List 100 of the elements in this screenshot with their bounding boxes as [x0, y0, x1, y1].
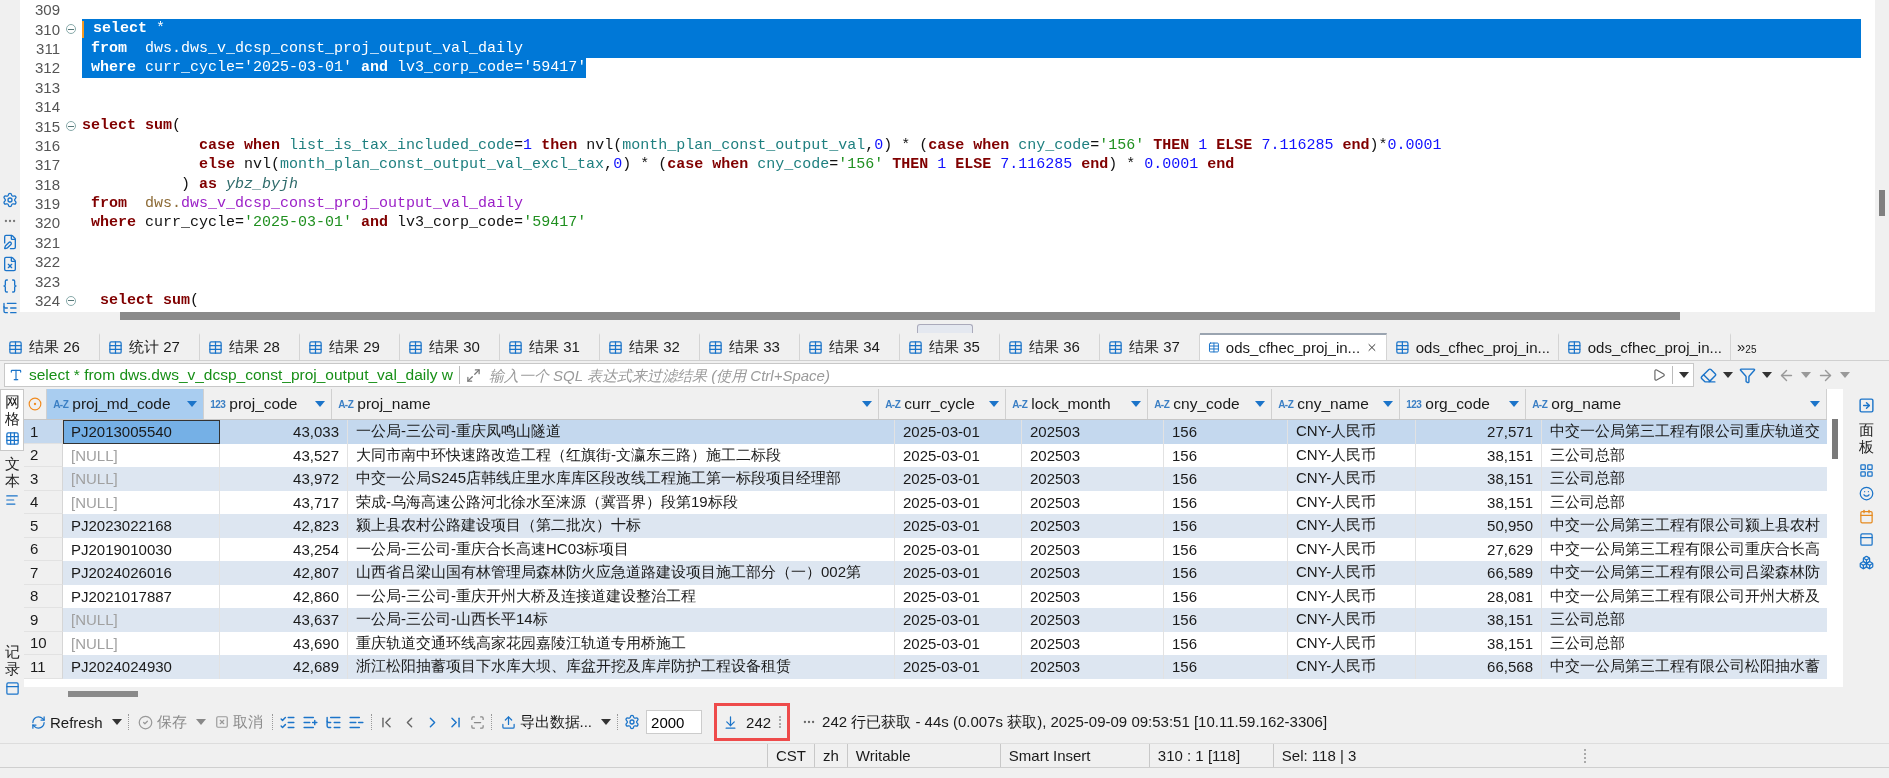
eraser-icon	[1700, 366, 1717, 384]
code-line: ) as ybz_byjh	[180, 174, 300, 194]
scrollbar-track[interactable]	[20, 312, 1889, 320]
fetch-status: 242 行已获取 - 44s (0.007s 获取), 2025-09-09 09:53:51 [10.11.59.162-3306]	[822, 712, 1328, 732]
sort-caret-icon	[989, 401, 1000, 407]
target-icon	[28, 397, 43, 411]
table-icon	[108, 340, 123, 355]
sort-caret-icon	[1255, 401, 1266, 407]
expand-icon	[465, 367, 481, 383]
more-tabs-button[interactable]: »25	[1731, 333, 1757, 360]
table-icon	[608, 340, 623, 355]
sql-editor[interactable]	[20, 0, 1889, 320]
view-tab[interactable]: 网格	[0, 389, 24, 451]
sort-caret-icon	[1509, 401, 1520, 407]
caret-icon	[1840, 372, 1850, 378]
face-icon	[1858, 486, 1874, 501]
line-number: 321	[33, 232, 60, 252]
refresh-button[interactable]: Refresh	[28, 711, 106, 733]
sql-icon	[9, 368, 23, 382]
view-tab[interactable]: 文本	[0, 451, 24, 512]
text-lines-icon	[5, 493, 19, 507]
record-icon	[4, 681, 20, 696]
row-number: 7	[24, 561, 63, 585]
scrollbar-thumb[interactable]	[120, 312, 1680, 320]
status-item: CST	[767, 744, 814, 767]
row-count: 242	[746, 713, 772, 731]
row-number: 9	[24, 608, 63, 632]
table-cell: 27,571	[1416, 420, 1542, 444]
table-cell: PJ2023022168	[63, 514, 220, 538]
table-cell: 66,589	[1416, 561, 1542, 585]
table-row[interactable]: 1 PJ2013005540 43,033 一公局-三公司-重庆凤鸣山隧道 2025-03-01 202503 156 CNY-人民币 27,571 中交一公局第三工程有限公司重庆轨道交	[24, 420, 1828, 444]
query-text: select * from dws.dws_v_dcsp_const_proj_output_val_daily w	[29, 366, 453, 384]
code-line: where curr_cycle='2025-03-01' and lv3_corp_code='59417'	[82, 58, 1861, 78]
table-icon	[208, 340, 223, 355]
code-line: where curr_cycle='2025-03-01' and lv3_corp_code='59417'	[90, 213, 588, 233]
filter-icon	[1739, 366, 1756, 384]
file-edit-icon	[2, 234, 18, 250]
result-tab[interactable]: ods_cfhec_proj_in...	[1200, 333, 1387, 360]
table-icon	[1008, 340, 1023, 355]
record-toggle[interactable]: 记录	[0, 639, 24, 701]
caret-icon	[195, 719, 206, 725]
table-cell: 202503	[1022, 467, 1164, 491]
filter-input[interactable]: 输入一个 SQL 表达式来过滤结果 (使用 Ctrl+Space)	[486, 365, 1646, 385]
outline-icon	[2, 300, 18, 316]
row-number: 6	[24, 537, 63, 561]
status-item: zh	[814, 744, 847, 767]
table-row[interactable]: 5 PJ2023022168 42,823 颍上县农村公路建设项目（第二批次）十标 2025-03-01 202503 156 CNY-人民币 50,950 中交一公局第三工程有限公司颍上县农村	[24, 514, 1828, 538]
table-cell: 42,689	[220, 655, 348, 679]
column-header[interactable]: A-Z proj_md_code	[47, 389, 205, 419]
code-line: from dws.dws_v_dcsp_const_proj_output_val_daily	[90, 193, 525, 214]
table-cell: 43,972	[220, 467, 348, 491]
grid-icon	[4, 431, 20, 446]
type-label: 123	[210, 398, 226, 410]
table-icon	[408, 340, 423, 355]
scrollbar-thumb[interactable]	[68, 691, 138, 697]
scrollbar-thumb[interactable]	[1879, 190, 1885, 216]
grid-icon	[1858, 463, 1874, 478]
sort-caret-icon	[862, 401, 873, 407]
scrollbar-thumb[interactable]	[1832, 419, 1839, 459]
code-line: else nvl(month_plan_const_output_val_excl_tax,0) * (case when cny_code='156' THEN 1 ELSE 7.116285 end) * 0.0001 end	[198, 155, 1236, 175]
file-error-icon	[2, 256, 18, 272]
table-cell: 38,151	[1416, 608, 1542, 632]
row-number: 11	[24, 655, 63, 679]
row-number: 3	[24, 467, 63, 491]
line-number: 324	[33, 291, 60, 311]
type-label: A-Z	[53, 398, 69, 410]
table-cell: 2025-03-01	[895, 514, 1022, 538]
sort-caret-icon	[187, 401, 198, 407]
table-icon	[1208, 340, 1220, 355]
table-cell: CNY-人民币	[1288, 561, 1416, 585]
window-icon	[1858, 532, 1874, 547]
fetch-size-field[interactable]: 2000	[646, 710, 703, 734]
table-row[interactable]: 3 [NULL] 43,972 中交一公局S245店韩线庄里水库库区段改线工程施工第一标段项目经理部 2025-03-01 202503 156 CNY-人民币 38,151 三公司总部	[24, 467, 1828, 491]
filter-field[interactable]: select * from dws.dws_v_dcsp_const_proj_output_val_daily w 输入一个 SQL 表达式来过滤结果 (使用 Ctrl+Space)	[4, 363, 1694, 387]
type-label: 123	[1406, 398, 1422, 410]
table-icon	[908, 340, 923, 355]
line-number: 309	[33, 0, 60, 20]
table-cell: 156	[1164, 561, 1288, 585]
table-cell: 66,568	[1416, 655, 1542, 679]
panel-splitter[interactable]	[916, 324, 973, 333]
table-cell: 43,637	[220, 608, 348, 632]
status-item: Smart Insert	[999, 744, 1149, 767]
line-number: 317	[33, 155, 60, 175]
table-cell: 浙江松阳抽蓄项目下水库大坝、库盆开挖及库岸防护工程设备租赁	[348, 655, 895, 679]
table-cell: 2025-03-01	[895, 608, 1022, 632]
table-cell: PJ2024024930	[63, 655, 220, 679]
type-label: A-Z	[1278, 398, 1294, 410]
table-icon	[1108, 340, 1123, 355]
code-line: case when list_is_tax_included_code=1 then nvl(month_plan_const_output_val,0) * (case when cny_code='156' THEN 1 ELSE 7.116285 end)*0.0001	[198, 135, 1443, 156]
export-button[interactable]: 导出数据...	[497, 710, 596, 734]
table-cell: 42,807	[220, 561, 348, 585]
table-row[interactable]: 9 [NULL] 43,637 一公局-三公司-山西长平14标 2025-03-01 202503 156 CNY-人民币 38,151 三公司总部	[24, 608, 1828, 632]
table-cell: CNY-人民币	[1288, 655, 1416, 679]
scrollbar-track[interactable]	[1875, 0, 1889, 312]
table-cell: 一公局-三公司-重庆凤鸣山隧道	[348, 420, 895, 444]
table-cell: 156	[1164, 420, 1288, 444]
line-number: 318	[33, 174, 60, 194]
panels-label[interactable]: 面板	[1858, 422, 1874, 455]
table-row[interactable]: 7 PJ2024026016 42,807 山西省吕梁山国有林管理局森林防火应急道路建设项目施工部分（一）002第 2025-03-01 202503 156 CNY-人民币 66,589 中交一公局第三工程有限公司吕梁森林防	[24, 561, 1828, 585]
table-row[interactable]: 11 PJ2024024930 42,689 浙江松阳抽蓄项目下水库大坝、库盆开挖及库岸防护工程设备租赁 2025-03-01 202503 156 CNY-人民币 66,568 中交一公局第三工程有限公司松阳抽水蓄	[24, 655, 1828, 679]
